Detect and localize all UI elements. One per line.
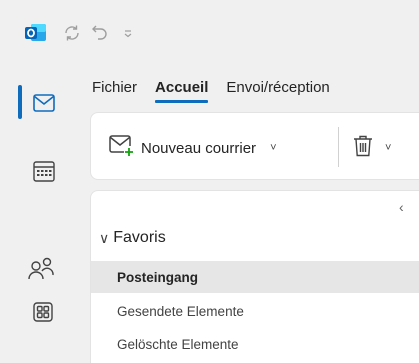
folder-item-gesendete-elemente[interactable]: Gesendete Elemente — [91, 295, 419, 327]
folder-item-geloeschte-elemente[interactable]: Gelöschte Elemente — [91, 328, 419, 360]
new-mail-icon — [109, 134, 135, 162]
rail-item-apps[interactable] — [0, 290, 70, 334]
rail-item-mail[interactable] — [0, 74, 70, 130]
mail-icon — [33, 94, 55, 117]
folder-pane: ‹ ∨ Favoris Posteingang Gesendete Elemen… — [90, 190, 419, 363]
ribbon-tabs: Fichier Accueil Envoi/réception — [92, 78, 348, 103]
tab-fichier[interactable]: Fichier — [92, 78, 137, 102]
apps-icon — [33, 302, 53, 327]
quick-access-chevron-down-icon[interactable] — [120, 22, 136, 44]
calendar-icon — [33, 160, 55, 187]
people-icon — [28, 256, 54, 285]
sync-icon[interactable] — [60, 22, 84, 44]
chevron-down-icon: ∨ — [99, 229, 110, 246]
tab-accueil[interactable]: Accueil — [155, 78, 209, 103]
tab-envoi-reception[interactable]: Envoi/réception — [226, 78, 329, 102]
rail-item-people[interactable] — [0, 246, 70, 290]
delete-button[interactable]: ˅ — [353, 133, 391, 163]
outlook-logo-icon[interactable] — [24, 22, 48, 44]
ribbon-separator — [338, 127, 339, 167]
delete-dropdown-chevron-icon[interactable]: ˅ — [385, 142, 391, 154]
ribbon-toolbar: Nouveau courrier ˅ ˅ — [90, 112, 419, 180]
undo-icon[interactable] — [88, 22, 112, 44]
trash-icon — [353, 135, 373, 162]
new-mail-label: Nouveau courrier — [141, 139, 257, 157]
folder-item-posteingang[interactable]: Posteingang — [91, 261, 419, 293]
new-mail-button[interactable]: Nouveau courrier ˅ — [109, 133, 277, 163]
collapse-pane-icon[interactable]: ‹ — [399, 199, 404, 215]
app-rail — [0, 64, 70, 363]
rail-item-calendar[interactable] — [0, 150, 70, 194]
favorites-header[interactable]: ∨ Favoris — [99, 229, 166, 247]
title-bar — [0, 0, 419, 64]
new-mail-dropdown-chevron-icon[interactable]: ˅ — [270, 142, 276, 154]
favorites-label: Favoris — [113, 229, 166, 246]
outlook-window: Fichier Accueil Envoi/réception Nouveau … — [0, 0, 419, 363]
